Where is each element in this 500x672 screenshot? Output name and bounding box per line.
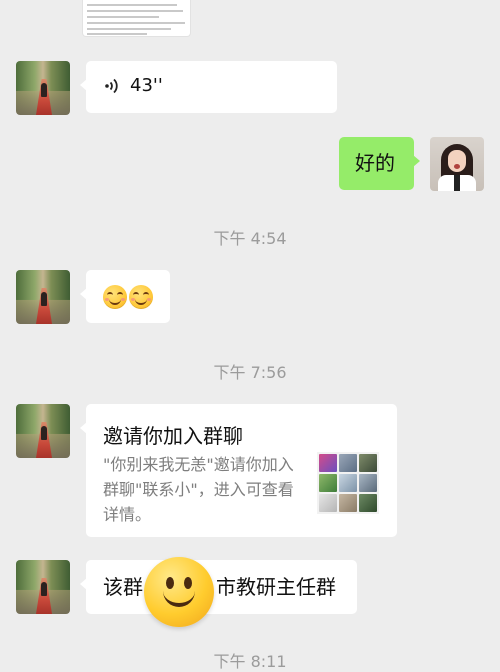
- message-text-start: 该群: [103, 575, 143, 599]
- group-invite-card[interactable]: 邀请你加入群聊 "你别来我无恙"邀请你加入群聊"联系小"，进入可查看详情。: [80, 404, 397, 537]
- self-avatar[interactable]: [430, 137, 484, 191]
- message-text-end: 市教研主任群: [216, 575, 336, 599]
- message-text: 好的: [355, 151, 395, 175]
- smiling-face-icon: [129, 285, 153, 309]
- emoji-message-bubble[interactable]: [80, 270, 170, 323]
- invite-description: "你别来我无恙"邀请你加入群聊"联系小"，进入可查看详情。: [103, 455, 294, 524]
- sent-message-bubble[interactable]: 好的: [339, 137, 420, 190]
- contact-avatar[interactable]: [16, 404, 70, 458]
- voice-wave-icon: [105, 78, 118, 94]
- smiling-face-icon: [103, 285, 127, 309]
- group-avatar-grid: [317, 452, 379, 514]
- timestamp: 下午 7:56: [213, 363, 287, 382]
- smiley-sticker: [144, 557, 214, 627]
- voice-duration: 43'': [130, 75, 163, 96]
- document-image-thumbnail[interactable]: [83, 0, 190, 36]
- voice-message-bubble[interactable]: 43'': [80, 61, 337, 113]
- timestamp: 下午 8:11: [213, 652, 287, 671]
- contact-avatar[interactable]: [16, 560, 70, 614]
- received-message-bubble[interactable]: 该群 市教研主任群: [80, 560, 357, 614]
- invite-title: 邀请你加入群聊: [103, 424, 243, 448]
- contact-avatar[interactable]: [16, 270, 70, 324]
- contact-avatar[interactable]: [16, 61, 70, 115]
- timestamp: 下午 4:54: [213, 229, 287, 248]
